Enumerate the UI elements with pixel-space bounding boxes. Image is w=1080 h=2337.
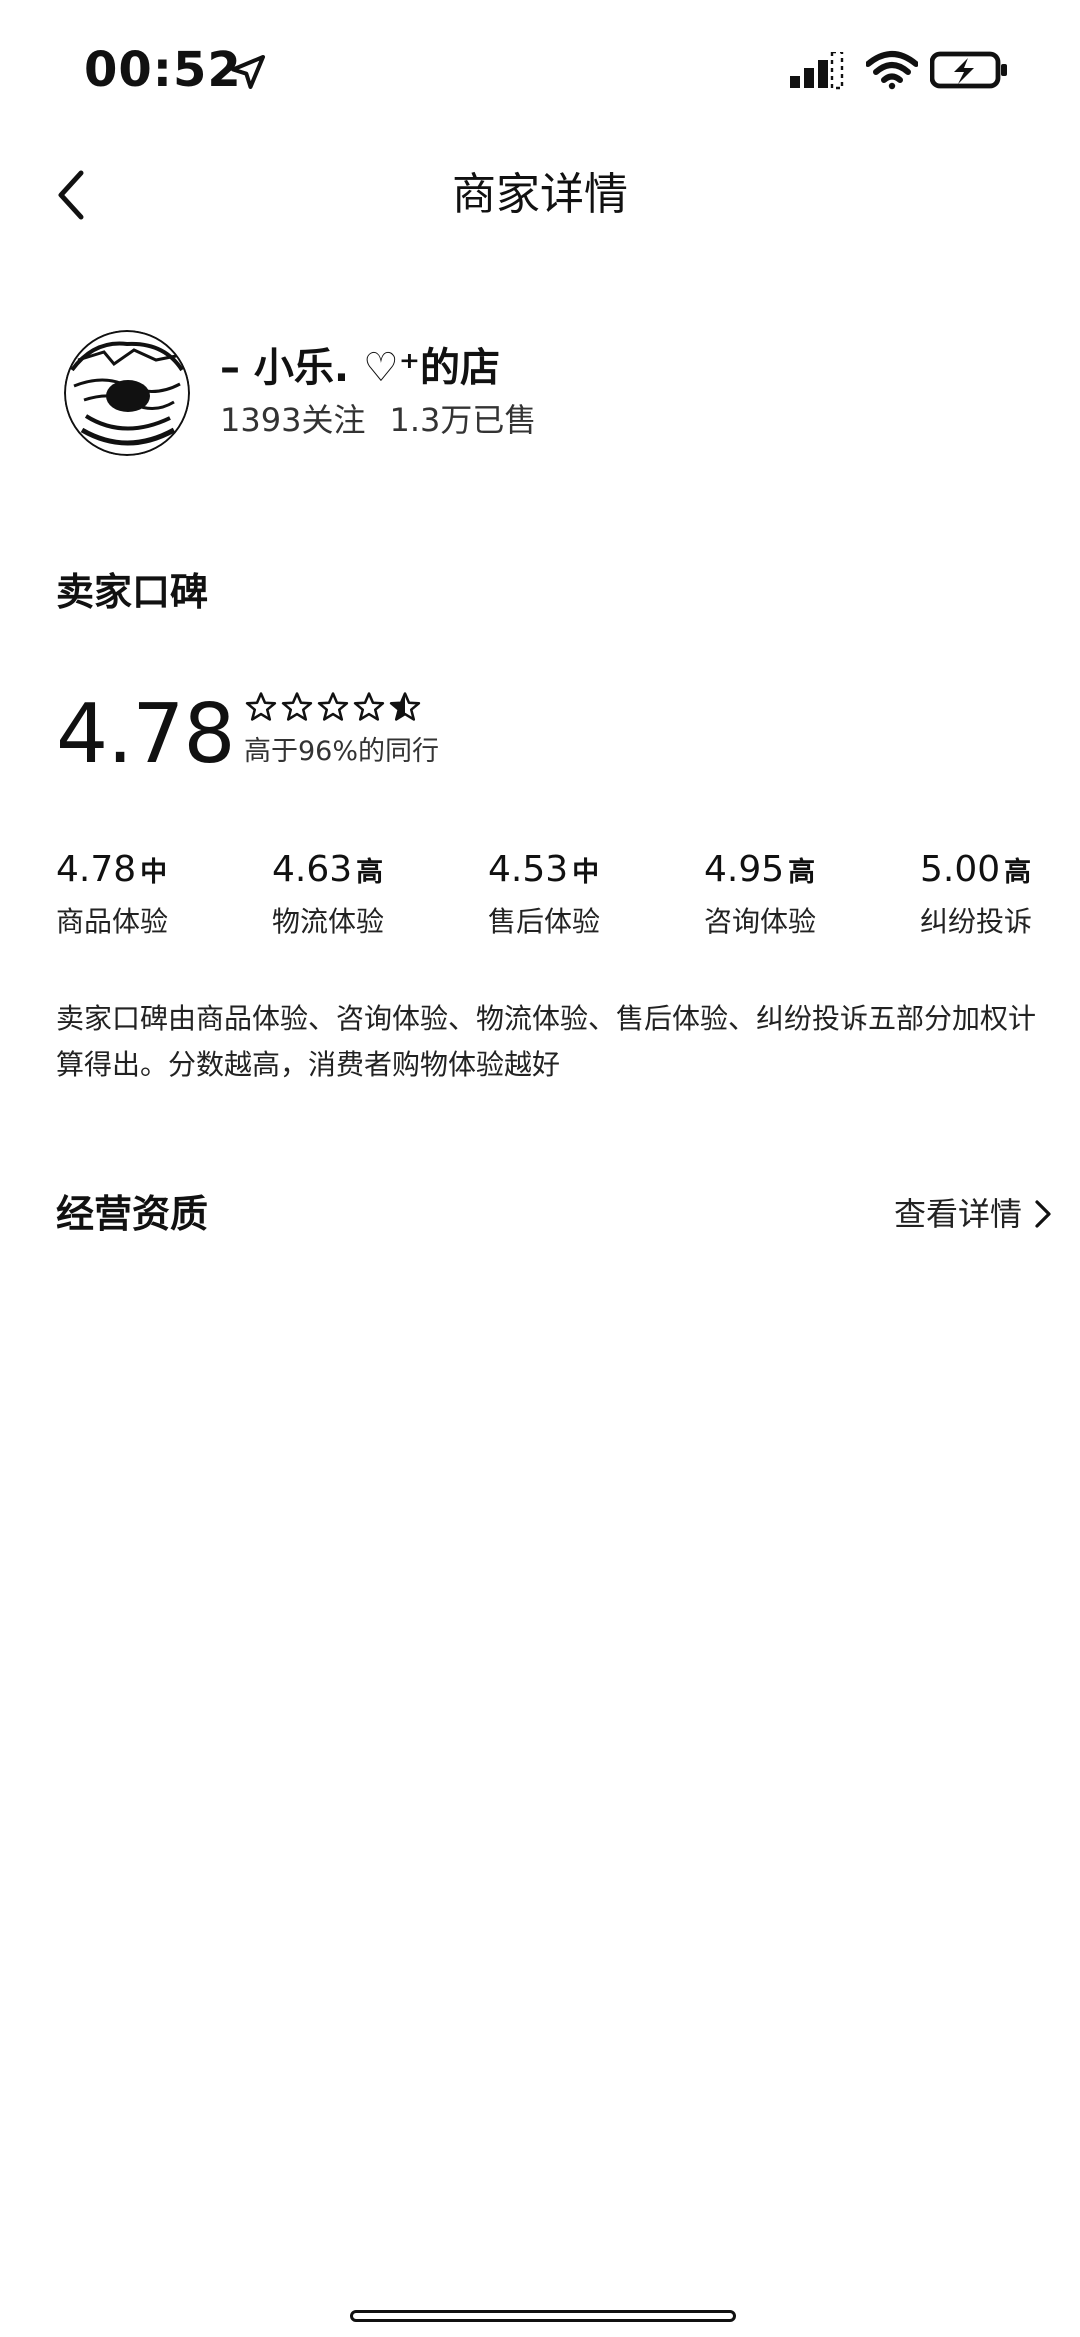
home-indicator[interactable] (350, 2310, 736, 2322)
metric-value: 4.95 (704, 849, 785, 890)
metric-value: 5.00 (920, 849, 1001, 890)
followers-count: 1393关注 (220, 401, 366, 439)
chevron-right-icon (1035, 1200, 1051, 1228)
star-icon (245, 692, 277, 721)
shop-avatar[interactable] (64, 330, 190, 456)
star-icon (317, 692, 349, 721)
metrics-row: 4.78 中 商品体验 4.63 高 物流体验 4.53 中 售后体验 4.95 高 咨… (56, 846, 1056, 946)
metric-label: 咨询体验 (704, 905, 817, 938)
star-rating (244, 690, 422, 724)
metric-value: 4.63 (272, 849, 353, 890)
qualification-section-title: 经营资质 (56, 1192, 209, 1236)
metric-label: 物流体验 (272, 905, 385, 938)
star-icon (281, 692, 313, 721)
location-arrow-icon (231, 55, 265, 89)
percentile-text: 高于96%的同行 (244, 736, 440, 767)
battery-charging-icon (930, 51, 1007, 89)
metric-aftersales: 4.53 中 售后体验 (488, 846, 600, 944)
metric-level: 高 (356, 857, 384, 888)
metric-level: 中 (572, 857, 600, 888)
shop-stats: 1393关注 1.3万已售 (220, 396, 536, 444)
metric-label: 商品体验 (56, 905, 169, 938)
star-half-icon (389, 692, 421, 721)
metric-logistics: 4.63 高 物流体验 (272, 846, 384, 944)
metric-label: 纠纷投诉 (920, 905, 1033, 938)
metric-consultation: 4.95 高 咨询体验 (704, 846, 816, 944)
page-title: 商家详情 (452, 169, 628, 220)
sold-count: 1.3万已售 (389, 401, 537, 439)
view-details-link[interactable]: 查看详情 (894, 1186, 1052, 1242)
metric-value: 4.53 (488, 849, 569, 890)
reputation-section-title: 卖家口碑 (56, 570, 209, 614)
overall-score: 4.78 (56, 687, 236, 782)
shop-name: – 小乐. ♡⁺的店 (220, 345, 501, 391)
wifi-icon (866, 51, 918, 90)
metric-product: 4.78 中 商品体验 (56, 846, 168, 944)
metric-level: 中 (140, 857, 168, 888)
status-time: 00:52 (84, 42, 242, 98)
avatar-image (64, 330, 190, 456)
view-details-label: 查看详情 (893, 1195, 1022, 1233)
signal-icon (790, 52, 844, 90)
star-icon (353, 692, 385, 721)
metric-level: 高 (1004, 857, 1032, 888)
reputation-description: 卖家口碑由商品体验、咨询体验、物流体验、售后体验、纠纷投诉五部分加权计算得出。分… (56, 1002, 1037, 1081)
metric-disputes: 5.00 高 纠纷投诉 (920, 846, 1032, 944)
status-bar: 00:52 (0, 0, 1080, 140)
metric-level: 高 (788, 857, 816, 888)
metric-value: 4.78 (56, 849, 137, 890)
metric-label: 售后体验 (488, 905, 601, 938)
